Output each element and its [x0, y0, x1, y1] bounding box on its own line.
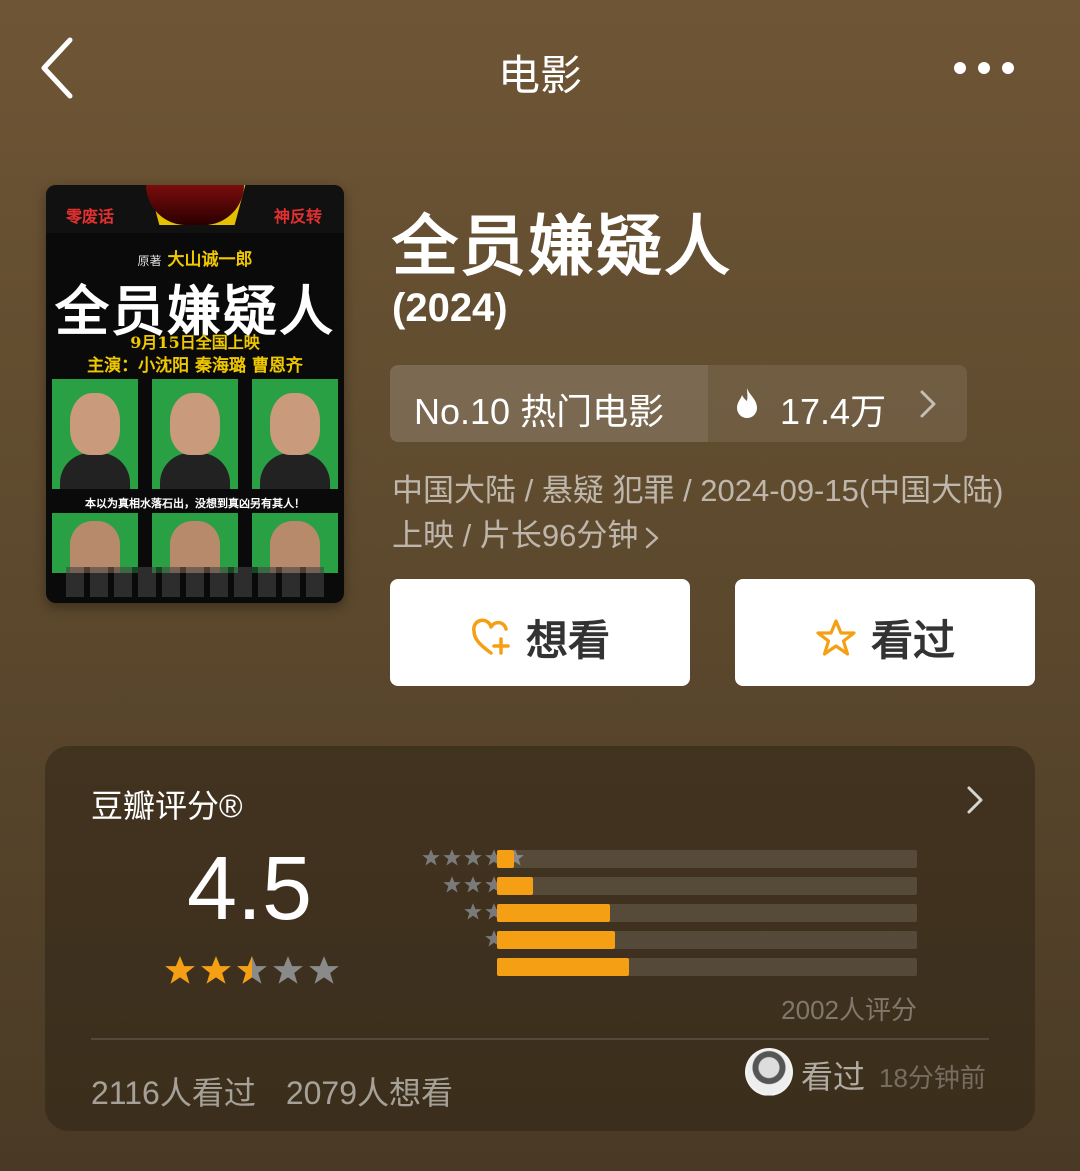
more-icon: [954, 62, 966, 74]
poster-actor-photo: [52, 379, 138, 489]
avatar: [745, 1048, 793, 1096]
distribution-bar: [497, 877, 533, 895]
poster-actor-photo: [52, 513, 138, 573]
poster-tag-left: 零废话: [66, 207, 115, 226]
distribution-bar: [497, 931, 615, 949]
want-button-label: 想看: [525, 617, 610, 664]
rating-distribution: [375, 846, 965, 986]
distribution-bar: [497, 850, 514, 868]
distribution-track: [497, 931, 917, 949]
poster-cast: 主演：小沈阳 秦海璐 曹恩齐: [87, 356, 303, 376]
distribution-bar: [497, 958, 630, 976]
movie-meta[interactable]: 中国大陆 / 悬疑 犯罪 / 2024-09-15(中国大陆)上映 / 片长96…: [392, 468, 1022, 558]
rank-section: No.10 热门电影: [390, 365, 708, 442]
heat-section: 17.4万: [708, 365, 967, 442]
top-bar: 电影: [0, 0, 1080, 140]
star-icon: [464, 849, 482, 866]
poster-tagline: 本以为真相水落石出，没想到真凶另有其人！: [85, 497, 305, 510]
poster-actor-photo: [152, 513, 238, 573]
distribution-row: [375, 954, 965, 981]
heart-plus-icon: [472, 618, 510, 655]
want-button-content: 想看: [390, 607, 690, 668]
rating-count: 2002人评分: [781, 995, 917, 1025]
poster-tag-right: 神反转: [274, 207, 323, 226]
star-icon: [237, 956, 267, 984]
watched-button[interactable]: 看过: [735, 579, 1035, 686]
movie-year: (2024): [392, 286, 508, 330]
distribution-track: [497, 904, 917, 922]
distribution-row: [375, 927, 965, 954]
page-title: 电影: [497, 52, 582, 99]
chevron-right-icon[interactable]: [965, 784, 985, 816]
wanted-count[interactable]: 2079人想看: [286, 1075, 453, 1111]
rating-score: 4.5: [187, 839, 313, 939]
distribution-track: [497, 850, 917, 868]
more-icon: [978, 62, 990, 74]
star-icon: [165, 956, 195, 984]
seen-count[interactable]: 2116人看过: [91, 1075, 256, 1111]
movie-poster[interactable]: 零废话 神反转 原著 大山诚一郎 全员嫌疑人 9月15日全国上映 主演：小沈阳 秦…: [46, 185, 344, 603]
star-icon: [443, 876, 461, 893]
rank-chip[interactable]: No.10 热门电影 17.4万: [390, 365, 967, 442]
divider: [91, 1038, 989, 1040]
activity-action: 看过: [801, 1059, 866, 1095]
poster-actor-photo: [252, 379, 338, 489]
star-icon: [443, 849, 461, 866]
activity-time: 18分钟前: [879, 1063, 986, 1093]
distribution-row: [375, 846, 965, 873]
watched-button-label: 看过: [870, 617, 955, 664]
heat-value: 17.4万: [780, 391, 887, 432]
distribution-track: [497, 958, 917, 976]
star-icon: [309, 956, 339, 984]
star-icon: [464, 903, 482, 920]
star-icon: [273, 956, 303, 984]
rank-label: No.10 热门电影: [414, 391, 665, 432]
distribution-track: [497, 877, 917, 895]
fire-icon: [737, 388, 757, 418]
more-button[interactable]: [944, 44, 1024, 90]
star-icon: [464, 876, 482, 893]
rating-stars: [163, 954, 343, 990]
star-outline-icon: [816, 618, 856, 656]
distribution-row: [375, 873, 965, 900]
rating-label: 豆瓣评分®: [91, 788, 243, 824]
poster-actor-photo: [252, 513, 338, 573]
seen-stats: 2116人看过 2079人想看: [91, 1068, 483, 1114]
more-icon: [1002, 62, 1014, 74]
watched-button-content: 看过: [735, 607, 1035, 668]
movie-meta-text: 中国大陆 / 悬疑 犯罪 / 2024-09-15(中国大陆)上映 / 片长96…: [392, 473, 1004, 553]
rating-card[interactable]: 豆瓣评分® 4.5 2002人评分 2116人看过 2079人想看 看过 18分钟…: [45, 746, 1035, 1131]
poster-author-prefix: 原著: [137, 254, 162, 268]
star-icon: [422, 849, 440, 866]
star-icon: [201, 956, 231, 984]
poster-release: 9月15日全国上映: [130, 333, 260, 352]
distribution-bar: [497, 904, 611, 922]
poster-credits: [66, 567, 324, 597]
chevron-right-icon: [920, 390, 936, 418]
distribution-row: [375, 900, 965, 927]
chevron-right-icon: [646, 527, 659, 549]
want-to-watch-button[interactable]: 想看: [390, 579, 690, 686]
poster-actor-photo: [152, 379, 238, 489]
movie-title: 全员嫌疑人: [392, 209, 732, 283]
